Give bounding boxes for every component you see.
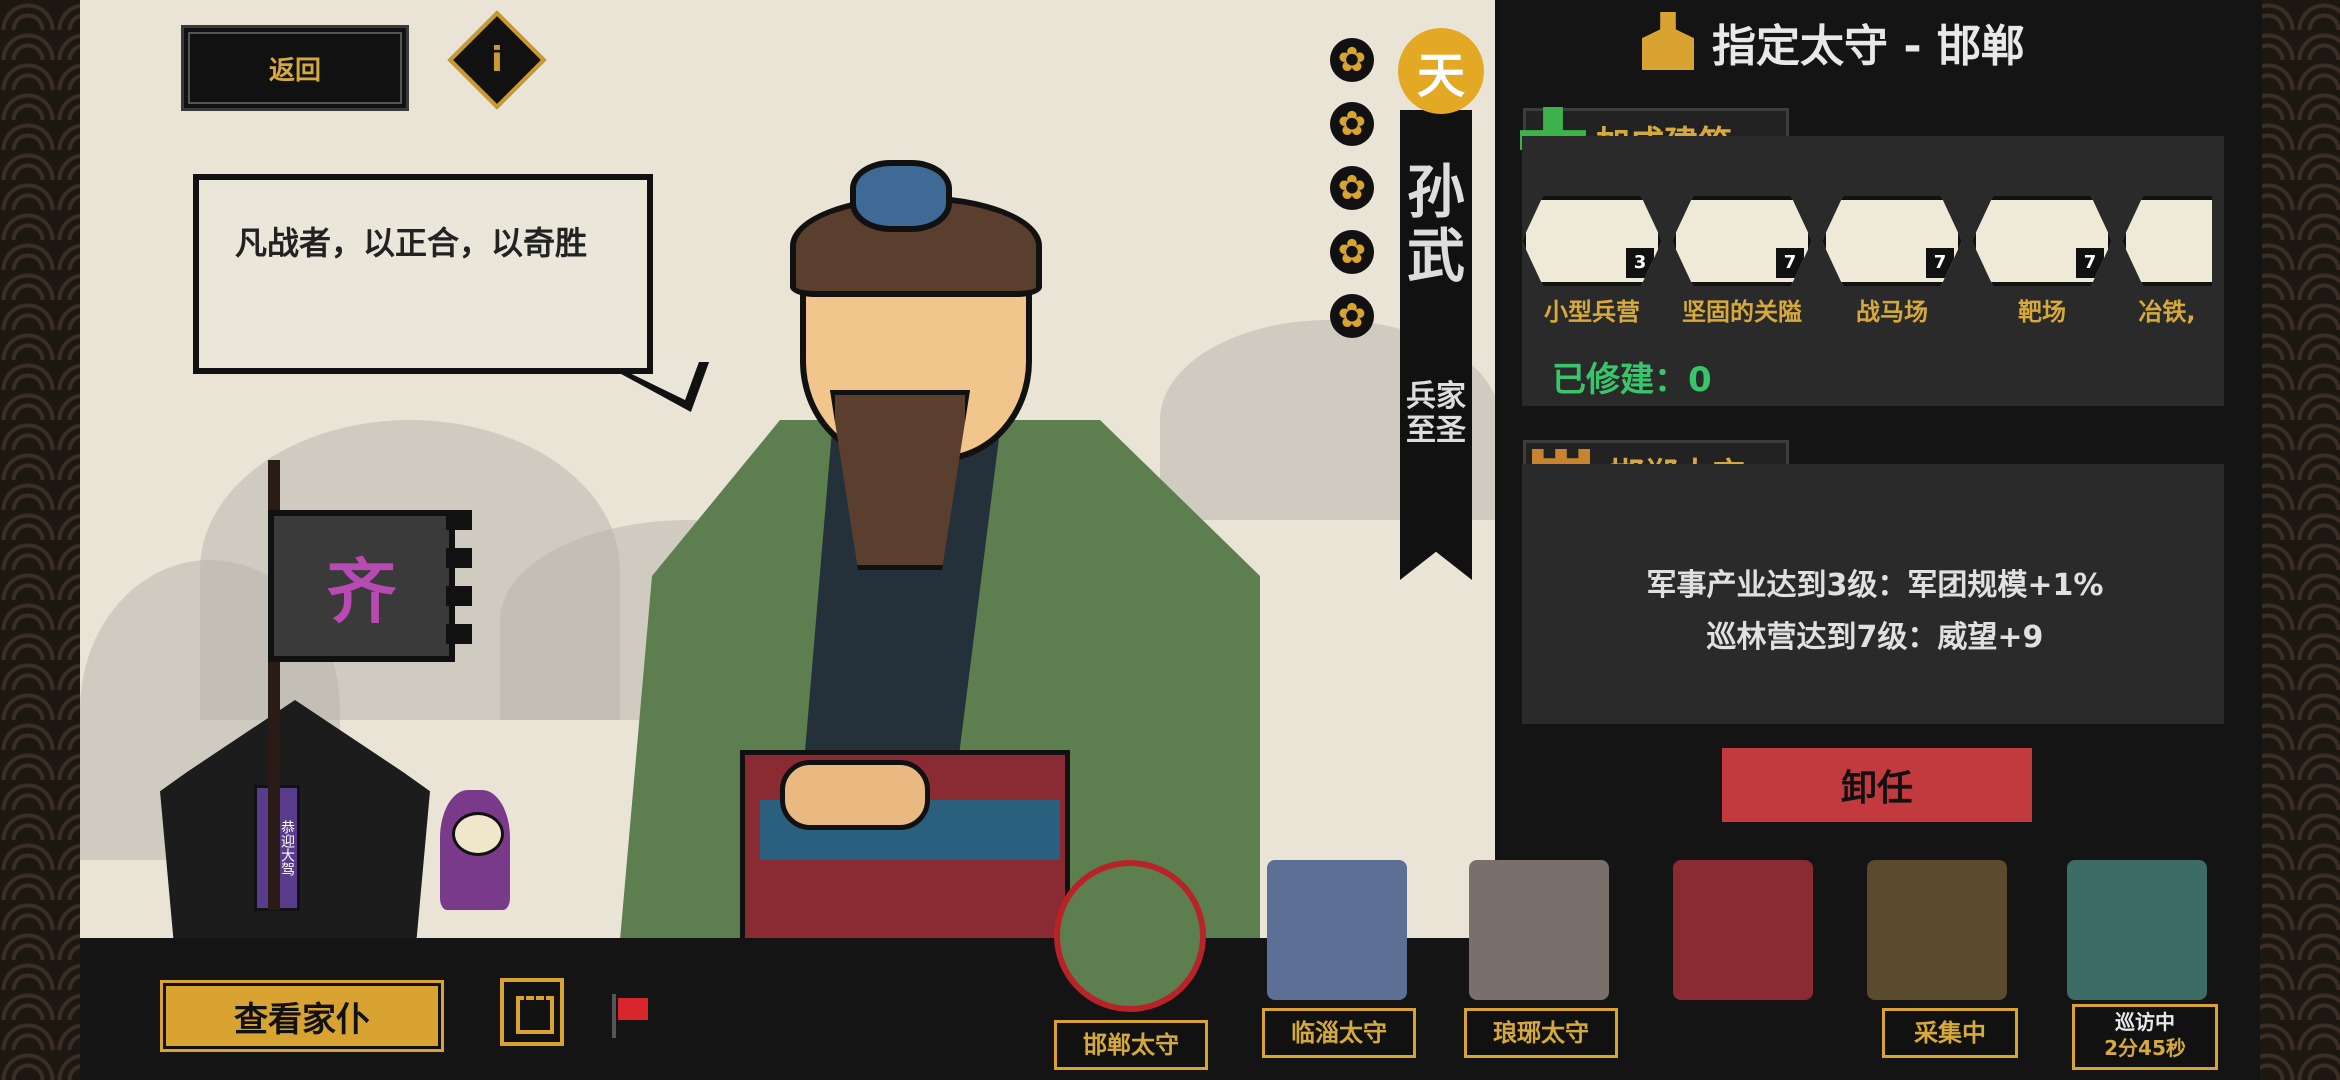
- governor-portrait: [1267, 860, 1407, 1000]
- building-image: 7: [1822, 196, 1962, 286]
- building-level: 7: [1926, 248, 1954, 278]
- flag-text: 齐: [326, 550, 397, 633]
- bonus-line: 军事产业达到3级：军团规模+1%: [1646, 568, 2104, 603]
- building-item[interactable]: 7 战马场: [1822, 196, 1962, 327]
- governor-portrait: [1867, 860, 2007, 1000]
- status-timer: 2分45秒: [2104, 1036, 2186, 1060]
- governor-slot[interactable]: 临淄太守: [1262, 860, 1416, 1058]
- governor-portrait: [1673, 860, 1813, 1000]
- star-rating: ✿ ✿ ✿ ✿ ✿: [1330, 38, 1376, 358]
- bonus-line: 巡林营达到7级：威望+9: [1706, 620, 2044, 655]
- view-servants-button[interactable]: 查看家仆: [163, 983, 441, 1049]
- building-level: 7: [2076, 248, 2104, 278]
- governor-slot[interactable]: 采集中: [1862, 860, 2018, 1058]
- governor-slot[interactable]: 琅琊太守: [1464, 860, 1618, 1058]
- status-text: 巡访中: [2115, 1010, 2175, 1034]
- governor-portrait: [1054, 860, 1206, 1012]
- building-level: 7: [1776, 248, 1804, 278]
- info-icon: i: [491, 40, 503, 80]
- building-name: 小型兵营: [1544, 298, 1640, 326]
- state-flag: 齐: [268, 510, 455, 662]
- building-image: 3: [1522, 196, 1662, 286]
- governor-slot[interactable]: [1668, 860, 1818, 1000]
- governor-portrait: [1469, 860, 1609, 1000]
- tier-badge: 天: [1398, 28, 1484, 114]
- soldier-figure: [440, 790, 510, 910]
- building-item[interactable]: 3 小型兵营: [1522, 196, 1662, 327]
- built-count: 已修建：0: [1552, 360, 1712, 400]
- governor-status: 采集中: [1882, 1008, 2018, 1058]
- flag-icon[interactable]: [612, 994, 648, 1038]
- flag-edge: [446, 510, 472, 662]
- building-item[interactable]: 7 坚固的关隘: [1672, 196, 1812, 327]
- hero-name: 孙武: [1406, 158, 1465, 290]
- dialogue-text: 凡战者，以正合，以奇胜: [235, 224, 588, 262]
- governor-portrait: [2067, 860, 2207, 1000]
- speech-bubble: 凡战者，以正合，以奇胜: [193, 174, 653, 374]
- star-icon: ✿: [1330, 38, 1374, 82]
- building-name: 靶场: [2018, 298, 2066, 326]
- building-level: 3: [1626, 248, 1654, 278]
- star-icon: ✿: [1330, 230, 1374, 274]
- star-icon: ✿: [1330, 166, 1374, 210]
- dismiss-button[interactable]: 卸任: [1722, 748, 2032, 822]
- building-item[interactable]: 7 靶场: [1972, 196, 2112, 327]
- governor-status: 巡访中 2分45秒: [2072, 1004, 2218, 1070]
- building-image: 7: [1672, 196, 1812, 286]
- star-icon: ✿: [1330, 102, 1374, 146]
- governor-label: 邯郸太守: [1054, 1020, 1208, 1070]
- castle-button[interactable]: [500, 978, 564, 1046]
- building-name: 冶铁,: [2138, 298, 2196, 326]
- building-item[interactable]: 冶铁,: [2122, 196, 2212, 327]
- building-image: [2122, 196, 2212, 286]
- governor-label: 琅琊太守: [1464, 1008, 1618, 1058]
- panel-header: 指定太守 - 邯郸: [1640, 10, 2025, 74]
- governor-slot[interactable]: 邯郸太守: [1054, 860, 1208, 1070]
- hero-hair-bun: [850, 160, 952, 232]
- governor-slot[interactable]: 巡访中 2分45秒: [2062, 860, 2218, 1070]
- back-button[interactable]: 返回: [181, 25, 409, 111]
- governor-label: 临淄太守: [1262, 1008, 1416, 1058]
- building-name: 坚固的关隘: [1682, 298, 1802, 326]
- building-name: 战马场: [1856, 298, 1928, 326]
- panel-header-text: 指定太守 - 邯郸: [1712, 21, 2025, 72]
- bonus-list: 军事产业达到3级：军团规模+1% 巡林营达到7级：威望+9: [1525, 560, 2225, 664]
- hero-hand: [780, 760, 930, 830]
- hero-title: 兵家至圣: [1406, 379, 1466, 448]
- star-icon: ✿: [1330, 294, 1374, 338]
- building-image: 7: [1972, 196, 2112, 286]
